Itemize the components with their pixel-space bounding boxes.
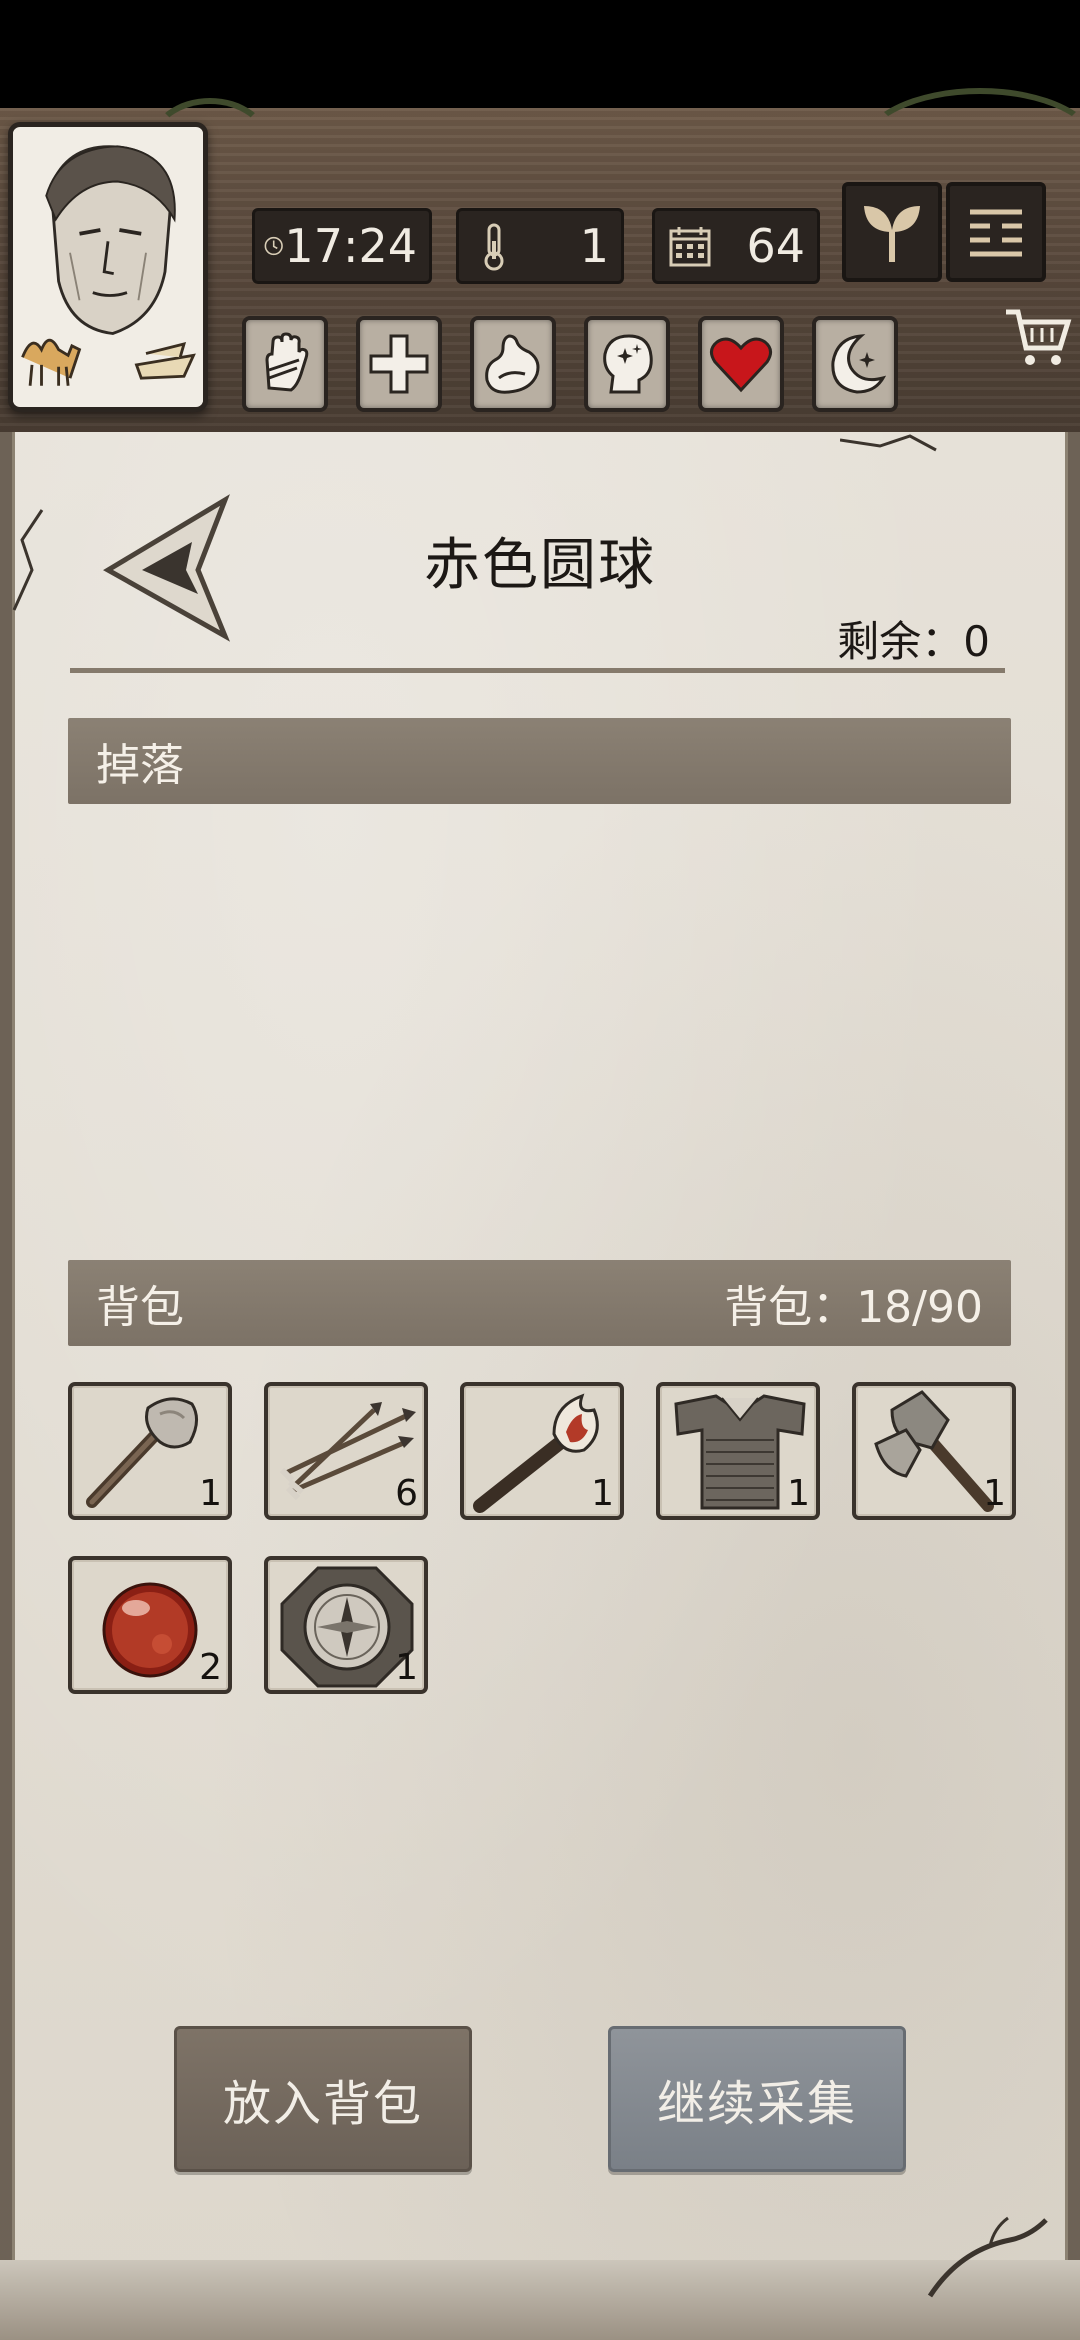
drop-section-title: 掉落 (96, 740, 184, 791)
status-bar (0, 0, 1080, 108)
cart-icon[interactable] (1000, 300, 1074, 374)
mood-status[interactable] (698, 316, 784, 412)
health-status[interactable] (356, 316, 442, 412)
backpack-capacity-value: 18/90 (856, 1282, 983, 1333)
time-value: 17:24 (284, 219, 417, 273)
branch-decoration (927, 2216, 1048, 2298)
crack-decoration (840, 434, 937, 452)
character-portrait[interactable] (8, 122, 208, 412)
menu-icon (970, 209, 1022, 257)
hand-status[interactable] (242, 316, 328, 412)
character-face-icon (13, 129, 203, 405)
crafting-button[interactable] (842, 182, 942, 282)
backpack-slot-red-orb[interactable]: 2 (68, 1556, 232, 1694)
sprout-icon (864, 206, 920, 262)
day-value: 64 (746, 219, 805, 273)
day-stat: 64 (652, 208, 820, 284)
clock-icon (264, 236, 283, 256)
bottom-ground (0, 2260, 1080, 2340)
item-count: 1 (199, 1473, 222, 1514)
item-title: 赤色圆球 (424, 533, 656, 598)
head-icon (603, 334, 653, 394)
put-in-bag-button[interactable]: 放入背包 (174, 2026, 472, 2172)
calendar-icon (669, 227, 711, 267)
backpack-section-header: 背包 背包：18/90 (68, 1260, 1011, 1346)
backpack-slot-torch[interactable]: 1 (460, 1382, 624, 1520)
temperature-stat: 1 (456, 208, 624, 284)
mind-status[interactable] (584, 316, 670, 412)
item-panel (12, 432, 1068, 2312)
stomach-icon (485, 334, 540, 394)
right-border (1066, 432, 1080, 2340)
item-count: 1 (395, 1647, 418, 1688)
item-count: 1 (983, 1473, 1006, 1514)
backpack-section-title: 背包 (96, 1282, 184, 1333)
item-count: 6 (395, 1473, 418, 1514)
backpack-slot-stone-axe[interactable]: 1 (68, 1382, 232, 1520)
temperature-value: 1 (579, 219, 609, 273)
remaining-count: 剩余：0 (837, 608, 990, 669)
heart-icon (710, 337, 772, 393)
hand-icon (265, 332, 309, 392)
remaining-value: 0 (963, 617, 990, 666)
clock-stat: 17:24 (252, 208, 432, 284)
continue-gather-button[interactable]: 继续采集 (608, 2026, 906, 2172)
backpack-slot-compass[interactable]: 1 (264, 1556, 428, 1694)
remaining-label: 剩余： (837, 617, 964, 666)
backpack-capacity-label: 背包： (724, 1282, 857, 1333)
moon-icon (831, 334, 887, 394)
drop-items-area (68, 804, 1011, 1260)
sleep-status[interactable] (812, 316, 898, 412)
menu-button[interactable] (946, 182, 1046, 282)
backpack-capacity: 背包：18/90 (724, 1271, 983, 1335)
backpack-slot-chainmail[interactable]: 1 (656, 1382, 820, 1520)
item-count: 1 (591, 1473, 614, 1514)
thermometer-icon (484, 223, 504, 271)
cross-icon (369, 334, 429, 394)
backpack-slot-arrows[interactable]: 6 (264, 1382, 428, 1520)
item-count: 1 (787, 1473, 810, 1514)
backpack-slot-iron-axe[interactable]: 1 (852, 1382, 1016, 1520)
drop-section-header: 掉落 (68, 718, 1011, 804)
item-count: 2 (199, 1647, 222, 1688)
hunger-status[interactable] (470, 316, 556, 412)
divider (70, 668, 1005, 673)
